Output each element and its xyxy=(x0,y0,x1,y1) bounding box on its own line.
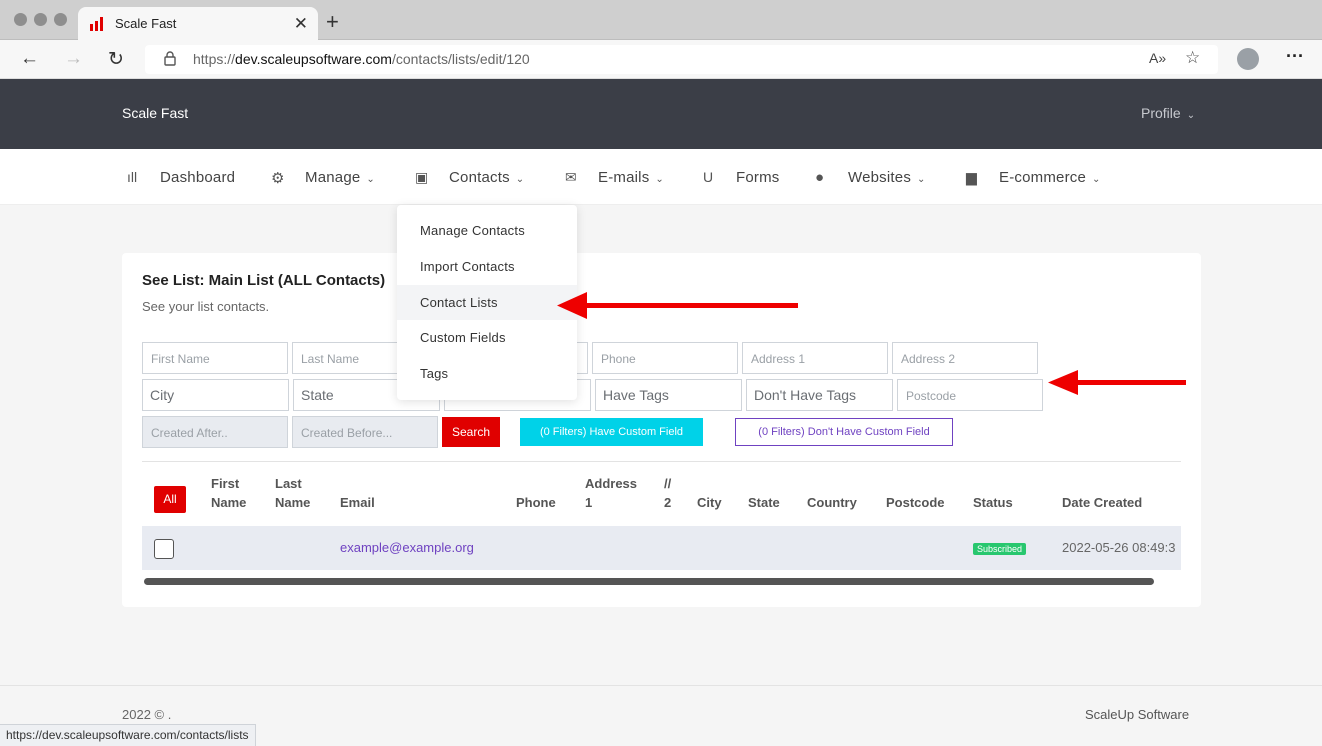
header-last-name[interactable]: Last Name xyxy=(275,474,310,512)
header-email[interactable]: Email xyxy=(340,493,375,512)
window-minimize-dot[interactable] xyxy=(34,13,47,26)
nav-emails[interactable]: E-mails ⌄ xyxy=(598,169,664,186)
menu-item-tags[interactable]: Tags xyxy=(420,366,448,381)
header-status[interactable]: Status xyxy=(973,493,1013,512)
menu-item-custom-fields[interactable]: Custom Fields xyxy=(420,330,506,345)
header-state[interactable]: State xyxy=(748,493,780,512)
header-country[interactable]: Country xyxy=(807,493,857,512)
profile-menu[interactable]: Profile ⌄ xyxy=(1141,105,1195,121)
created-after-field[interactable]: Created After.. xyxy=(142,416,288,448)
footer-divider xyxy=(0,685,1322,686)
gear-icon: ⚙ xyxy=(271,170,285,187)
page-subtitle: See your list contacts. xyxy=(142,299,270,314)
forward-icon[interactable]: → xyxy=(64,48,83,70)
dont-have-tags-field[interactable]: Don't Have Tags xyxy=(746,379,893,411)
more-menu-icon[interactable]: ··· xyxy=(1286,46,1304,67)
window-close-dot[interactable] xyxy=(14,13,27,26)
search-button[interactable]: Search xyxy=(442,417,500,447)
nav-forms[interactable]: Forms xyxy=(736,169,780,186)
postcode-field[interactable]: Postcode xyxy=(897,379,1043,411)
app-header: Scale Fast Profile ⌄ xyxy=(0,79,1322,149)
footer-brand[interactable]: ScaleUp Software xyxy=(1085,707,1189,722)
page-title: See List: Main List (ALL Contacts) xyxy=(142,272,386,289)
header-address2[interactable]: //2 xyxy=(664,474,671,512)
browser-status-url: https://dev.scaleupsoftware.com/contacts… xyxy=(0,724,256,746)
nav-dashboard[interactable]: Dashboard xyxy=(160,169,235,186)
menu-item-contact-lists[interactable]: Contact Lists xyxy=(420,295,498,310)
browser-tab-bar: Scale Fast ✕ + xyxy=(0,0,1322,41)
browser-tab[interactable]: Scale Fast ✕ xyxy=(78,7,318,41)
back-icon[interactable]: ← xyxy=(20,48,39,70)
have-tags-field[interactable]: Have Tags xyxy=(595,379,742,411)
footer-copyright: 2022 © . xyxy=(122,707,172,722)
contacts-dropdown-menu: Manage Contacts Import Contacts Contact … xyxy=(397,205,577,400)
url-field[interactable]: https://dev.scaleupsoftware.com/contacts… xyxy=(145,45,1218,74)
header-postcode[interactable]: Postcode xyxy=(886,493,945,512)
table-row: example@example.org Subscribed 2022-05-2… xyxy=(142,526,1181,570)
tab-title: Scale Fast xyxy=(115,16,177,31)
reload-icon[interactable]: ↻ xyxy=(108,48,124,71)
divider xyxy=(142,461,1181,462)
scale-fast-logo-icon xyxy=(90,17,103,31)
select-all-button[interactable]: All xyxy=(154,486,186,513)
globe-icon: ● xyxy=(815,169,825,186)
horizontal-scrollbar[interactable] xyxy=(144,578,1154,585)
annotation-arrow-filters xyxy=(1048,370,1186,395)
row-date-created: 2022-05-26 08:49:3 xyxy=(1062,540,1176,555)
brand-name[interactable]: Scale Fast xyxy=(122,105,188,121)
url-text: https://dev.scaleupsoftware.com/contacts… xyxy=(193,51,530,67)
have-custom-field-button[interactable]: (0 Filters) Have Custom Field xyxy=(520,418,703,446)
header-city[interactable]: City xyxy=(697,493,722,512)
menu-item-import-contacts[interactable]: Import Contacts xyxy=(420,259,515,274)
nav-manage[interactable]: Manage ⌄ xyxy=(305,169,375,186)
cart-box-icon: ▆ xyxy=(966,169,977,185)
row-checkbox[interactable] xyxy=(154,539,174,559)
favorites-star-icon[interactable]: ☆ xyxy=(1185,48,1200,68)
city-field[interactable]: City xyxy=(142,379,289,411)
user-avatar-icon[interactable] xyxy=(1237,48,1259,70)
created-before-field[interactable]: Created Before... xyxy=(292,416,438,448)
new-tab-icon[interactable]: + xyxy=(326,9,339,35)
header-phone[interactable]: Phone xyxy=(516,493,556,512)
nav-contacts[interactable]: Contacts ⌄ xyxy=(449,169,524,186)
menu-item-manage-contacts[interactable]: Manage Contacts xyxy=(420,223,525,238)
tab-close-icon[interactable]: ✕ xyxy=(294,14,308,34)
magnet-icon: U xyxy=(703,169,714,185)
lock-icon xyxy=(164,51,176,66)
read-aloud-icon[interactable]: A» xyxy=(1149,50,1166,66)
annotation-arrow-contact-lists xyxy=(557,292,798,319)
window-maximize-dot[interactable] xyxy=(54,13,67,26)
address2-field[interactable]: Address 2 xyxy=(892,342,1038,374)
address1-field[interactable]: Address 1 xyxy=(742,342,888,374)
nav-websites[interactable]: Websites ⌄ xyxy=(848,169,926,186)
header-first-name[interactable]: First Name xyxy=(211,474,246,512)
nav-ecommerce[interactable]: E-commerce ⌄ xyxy=(999,169,1101,186)
status-badge: Subscribed xyxy=(973,543,1027,555)
row-email-link[interactable]: example@example.org xyxy=(340,540,474,555)
header-address1[interactable]: Address 1 xyxy=(585,474,637,512)
dont-have-custom-field-button[interactable]: (0 Filters) Don't Have Custom Field xyxy=(735,418,953,446)
envelope-icon: ✉ xyxy=(565,169,577,185)
header-date-created[interactable]: Date Created xyxy=(1062,493,1142,512)
phone-field[interactable]: Phone xyxy=(592,342,738,374)
contact-card-icon: ▣ xyxy=(415,169,429,185)
chart-bars-icon: ıll xyxy=(127,169,138,185)
address-bar: ← → ↻ https://dev.scaleupsoftware.com/co… xyxy=(0,40,1322,79)
first-name-field[interactable]: First Name xyxy=(142,342,288,374)
main-navigation: ıll Dashboard ⚙ Manage ⌄ ▣ Contacts ⌄ ✉ E-… xyxy=(0,149,1322,205)
